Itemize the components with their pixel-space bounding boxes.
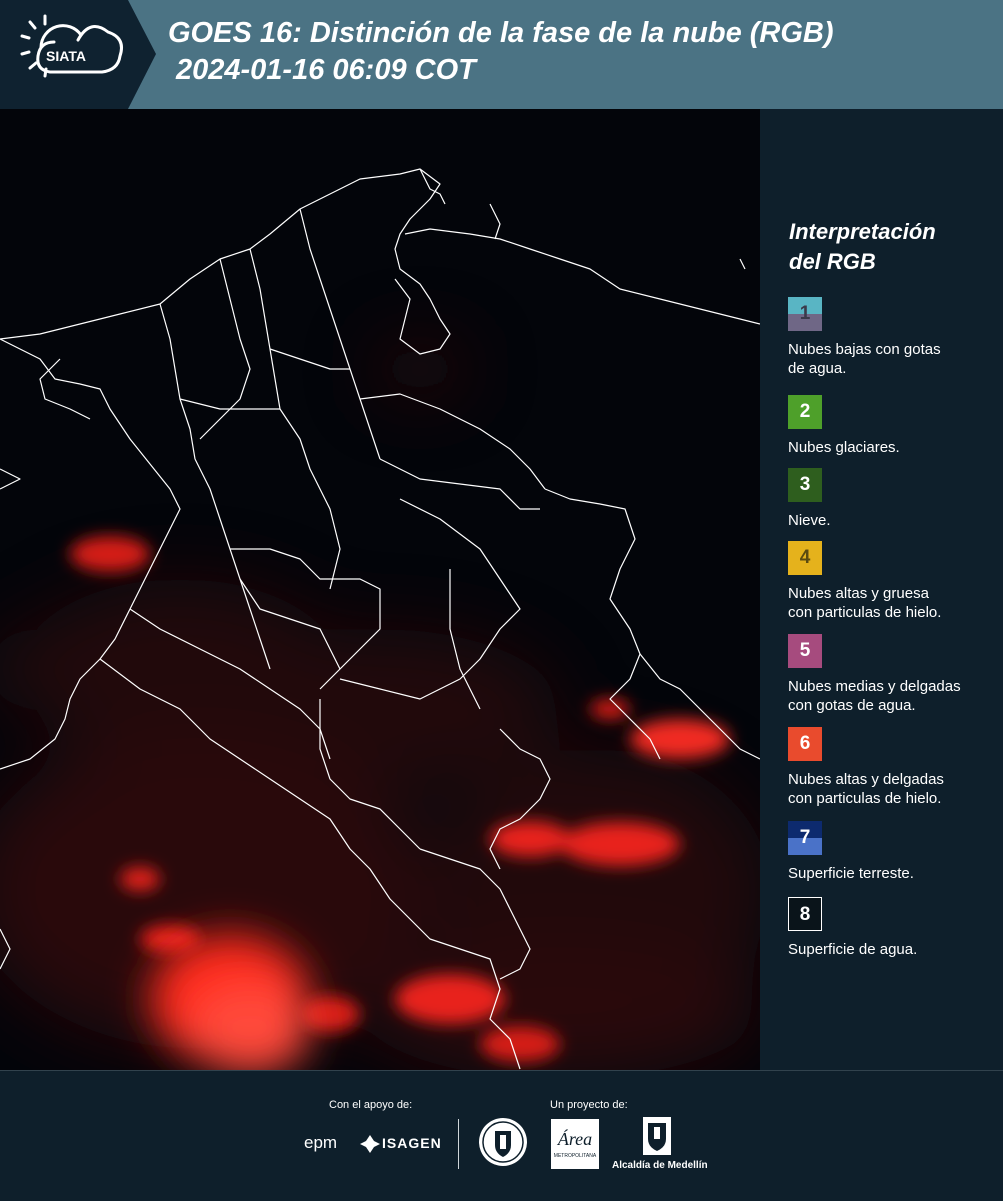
- legend-item-5: 5 Nubes medias y delgadas con gotas de agu…: [788, 634, 1000, 715]
- legend-swatch-8: 8: [788, 897, 822, 931]
- legend-panel: Interpretación del RGB 1 Nubes bajas con …: [760, 109, 1003, 1070]
- isagen-icon: [360, 1135, 380, 1153]
- project-label: Un proyecto de:: [550, 1099, 628, 1111]
- legend-item-6: 6 Nubes altas y delgadas con particulas de…: [788, 727, 1000, 808]
- footer: Con el apoyo de: Un proyecto de: epm ISA…: [0, 1070, 1003, 1201]
- legend-number: 6: [799, 733, 811, 754]
- legend-label-line-2: con particulas de hielo.: [788, 604, 942, 621]
- legend-label: Nubes medias y delgadas con gotas de agua…: [788, 677, 1000, 715]
- legend-label: Nieve.: [788, 511, 1000, 530]
- legend-number: 1: [799, 303, 811, 324]
- legend-item-4: 4 Nubes altas y gruesa con particulas de h…: [788, 541, 1000, 622]
- legend-title: Interpretación del RGB: [789, 217, 936, 277]
- title-line-2: 2024-01-16 06:09 COT: [176, 54, 476, 86]
- page-title: GOES 16: Distinción de la fase de la nub…: [168, 15, 834, 89]
- legend-label: Nubes altas y gruesa con particulas de hi…: [788, 584, 1000, 622]
- footer-divider: [458, 1119, 459, 1169]
- legend-number: 4: [799, 547, 811, 568]
- title-line-1: GOES 16: Distinción de la fase de la nub…: [168, 17, 834, 49]
- header-bar: SIATA GOES 16: Distinción de la fase de …: [0, 0, 1003, 109]
- legend-swatch-6: 6: [788, 727, 822, 761]
- legend-label-line-1: Superficie de agua.: [788, 941, 918, 958]
- legend-label-line-1: Nubes bajas con gotas: [788, 341, 941, 358]
- university-seal-icon: [479, 1118, 527, 1166]
- legend-item-2: 2 Nubes glaciares.: [788, 395, 1000, 457]
- legend-number: 2: [799, 401, 811, 422]
- legend-swatch-3: 3: [788, 468, 822, 502]
- legend-label: Nubes glaciares.: [788, 438, 1000, 457]
- alcaldia-label: Alcaldía de Medellín: [612, 1160, 708, 1171]
- legend-item-8: 8 Superficie de agua.: [788, 897, 1000, 959]
- legend-label-line-1: Nubes altas y delgadas: [788, 771, 944, 788]
- legend-label-line-1: Nieve.: [788, 512, 831, 529]
- legend-item-3: 3 Nieve.: [788, 468, 1000, 530]
- legend-item-1: 1 Nubes bajas con gotas de agua.: [788, 297, 1000, 378]
- svg-text:SIATA: SIATA: [46, 48, 86, 64]
- isagen-logo: ISAGEN: [382, 1135, 442, 1151]
- legend-label-line-2: con particulas de hielo.: [788, 790, 942, 807]
- legend-label: Superficie terreste.: [788, 864, 1000, 883]
- siata-logo: SIATA: [0, 0, 156, 109]
- legend-swatch-1: 1: [788, 297, 822, 331]
- legend-swatch-2: 2: [788, 395, 822, 429]
- legend-title-line-2: del RGB: [789, 249, 876, 274]
- legend-label-line-1: Nubes glaciares.: [788, 439, 900, 456]
- support-label: Con el apoyo de:: [329, 1099, 413, 1111]
- legend-swatch-7: 7: [788, 821, 822, 855]
- legend-label-line-2: con gotas de agua.: [788, 697, 916, 714]
- alcaldia-shield-icon: [643, 1117, 671, 1155]
- legend-label-line-1: Superficie terreste.: [788, 865, 914, 882]
- legend-label: Nubes altas y delgadas con particulas de …: [788, 770, 1000, 808]
- legend-number: 3: [799, 474, 811, 495]
- legend-item-7: 7 Superficie terreste.: [788, 821, 1000, 883]
- epm-logo-text: epm: [304, 1133, 338, 1152]
- legend-swatch-5: 5: [788, 634, 822, 668]
- svg-text:METROPOLITANA: METROPOLITANA: [554, 1153, 597, 1159]
- legend-title-line-1: Interpretación: [789, 219, 936, 244]
- legend-number: 8: [799, 904, 811, 925]
- cloud-haze: [0, 339, 760, 1070]
- epm-logo: epm: [304, 1133, 337, 1153]
- legend-swatch-4: 4: [788, 541, 822, 575]
- legend-number: 7: [799, 827, 811, 848]
- svg-text:Área: Área: [557, 1128, 592, 1149]
- legend-label-line-1: Nubes altas y gruesa: [788, 585, 929, 602]
- legend-label-line-1: Nubes medias y delgadas: [788, 678, 961, 695]
- legend-label: Superficie de agua.: [788, 940, 1000, 959]
- legend-label-line-2: de agua.: [788, 360, 847, 377]
- satellite-map: [0, 109, 760, 1070]
- cloud-core: [150, 934, 310, 1070]
- area-metropolitana-logo: Área METROPOLITANA: [551, 1119, 599, 1169]
- legend-label: Nubes bajas con gotas de agua.: [788, 340, 1000, 378]
- legend-number: 5: [799, 640, 811, 661]
